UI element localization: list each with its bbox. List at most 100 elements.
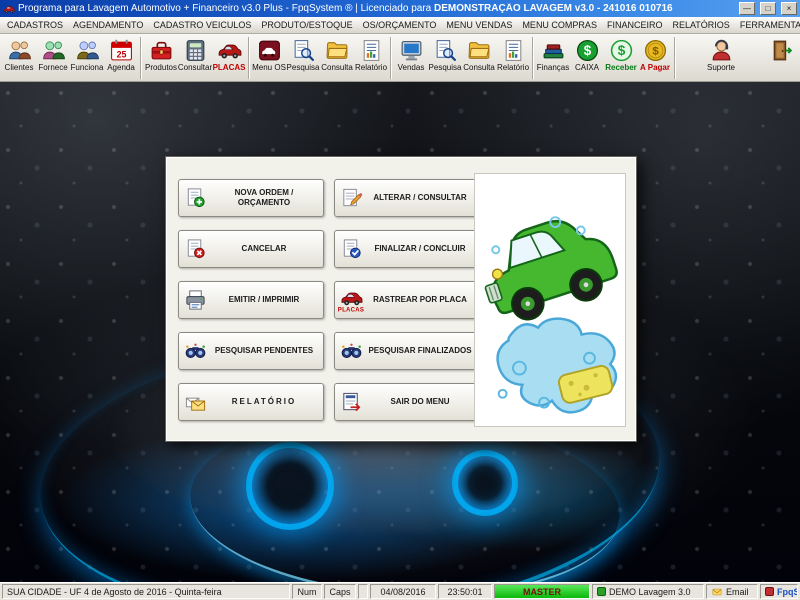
track-by-plate-button[interactable]: PLACAS RASTREAR POR PLACA [334,281,480,319]
toolbar-label: Consulta [321,63,353,72]
menu-ferramentas[interactable]: FERRAMENTAS [735,18,800,32]
search-pending-button[interactable]: PESQUISAR PENDENTES [178,332,324,370]
menu-agendamento[interactable]: AGENDAMENTO [68,18,148,32]
toolbar-separator [674,37,676,79]
button-label: PESQUISAR PENDENTES [214,346,314,355]
toolbar-a-pagar[interactable]: A Pagar [638,36,672,74]
suppliers-icon [41,38,66,63]
print-button[interactable]: EMITIR / IMPRIMIR [178,281,324,319]
app-mini-icon [597,587,606,596]
cancel-icon [182,238,208,261]
toolbar-produtos[interactable]: Produtos [144,36,178,74]
statusbar: SUA CIDADE - UF 4 de Agosto de 2016 - Qu… [0,582,800,600]
menu-relatorios[interactable]: RELATÓRIOS [667,18,734,32]
envelope-icon [711,587,723,597]
menu-produto-estoque[interactable]: PRODUTO/ESTOQUE [256,18,357,32]
window-title-text: Programa para Lavagem Automotivo + Finan… [18,3,432,14]
menu-cadastro-veiculos[interactable]: CADASTRO VEICULOS [148,18,256,32]
plate-caption: PLACAS [337,307,365,314]
menubar: CADASTROS AGENDAMENTO CADASTRO VEICULOS … [0,17,800,34]
edit-pencil-icon [338,187,364,210]
status-location-text: SUA CIDADE - UF 4 de Agosto de 2016 - Qu… [7,586,222,597]
maximize-button[interactable]: □ [760,2,776,15]
calendar-icon [109,38,134,63]
toolbar-suporte[interactable]: Suporte [704,36,738,74]
brand-mini-icon [765,587,774,596]
toolbar-vendas-consulta[interactable]: Consulta [462,36,496,74]
toolbar-funcionarios[interactable]: Funciona [70,36,104,74]
os-menu-buttons: NOVA ORDEM / ORÇAMENTO ALTERAR / CONSULT… [178,179,480,421]
os-menu-dialog: NOVA ORDEM / ORÇAMENTO ALTERAR / CONSULT… [165,156,637,442]
envelopes-icon [182,391,208,414]
window-title-license: DEMONSTRAÇÃO LAVAGEM v3.0 - 241016 01071… [434,3,673,14]
minimize-button[interactable]: — [739,2,755,15]
support-icon [709,38,734,63]
toolbar-label: Relatório [497,63,530,72]
toolbar-label: Relatório [355,63,388,72]
menu-os-orcamento[interactable]: OS/ORÇAMENTO [358,18,442,32]
toolbar-os-pesquisa[interactable]: Pesquisa [286,36,320,74]
menu-financeiro[interactable]: FINANCEIRO [602,18,668,32]
status-brand-text: FpqSystem [777,586,798,597]
new-order-button[interactable]: NOVA ORDEM / ORÇAMENTO [178,179,324,217]
toolbar-financas[interactable]: Finanças [536,36,570,74]
edit-consult-button[interactable]: ALTERAR / CONSULTAR [334,179,480,217]
clients-icon [7,38,32,63]
button-label: FINALIZAR / CONCLUIR [374,244,466,253]
wallpaper-glow-wheel [452,450,518,516]
toolbar-sair[interactable] [764,36,798,65]
finalize-button[interactable]: FINALIZAR / CONCLUIR [334,230,480,268]
toolbar-vendas-pesquisa[interactable]: Pesquisa [428,36,462,74]
app-window: Programa para Lavagem Automotivo + Finan… [0,0,800,600]
toolbar-os-consulta[interactable]: Consulta [320,36,354,74]
toolbar-agenda[interactable]: Agenda [104,36,138,74]
car-wash-illustration [474,173,626,427]
sales-monitor-icon [399,38,424,63]
toolbar-separator [248,37,250,79]
toolbar-separator [140,37,142,79]
toolbar-separator [532,37,534,79]
toolbar-placas[interactable]: PLACAS [212,36,246,74]
toolbar-label: Agenda [107,63,135,72]
status-numlock: Num [292,584,322,599]
status-capslock: Caps [324,584,356,599]
report-button[interactable]: RELATÓRIO [178,383,324,421]
button-label: ALTERAR / CONSULTAR [373,193,467,202]
search-document-icon [291,38,316,63]
cancel-button[interactable]: CANCELAR [178,230,324,268]
toolbar: Clientes Fornece Funciona Agenda Produto… [0,34,800,82]
numlock-label: Num [297,586,317,597]
toolbar-caixa[interactable]: CAIXA [570,36,604,74]
toolbar-menu-os[interactable]: Menu OS [252,36,286,74]
report-icon [501,38,526,63]
button-label: RELATÓRIO [231,397,297,406]
toolbar-label: CAIXA [574,63,599,72]
toolbar-vendas[interactable]: Vendas [394,36,428,74]
toolbar-receber[interactable]: Receber [604,36,638,74]
toolbar-label: Finanças [536,63,570,72]
products-icon [149,38,174,63]
exit-menu-button[interactable]: SAIR DO MENU [334,383,480,421]
printer-icon [182,289,208,312]
toolbar-vendas-relatorio[interactable]: Relatório [496,36,530,74]
status-date: 04/08/2016 [370,584,436,599]
cash-icon [575,38,600,63]
menu-compras[interactable]: MENU COMPRAS [517,18,602,32]
status-location-date: SUA CIDADE - UF 4 de Agosto de 2016 - Qu… [2,584,290,599]
toolbar-label: Consultar [177,63,213,72]
toolbar-clientes[interactable]: Clientes [2,36,36,74]
button-label: SAIR DO MENU [390,397,450,406]
status-app: DEMO Lavagem 3.0 [592,584,704,599]
close-button[interactable]: × [781,2,797,15]
menu-cadastros[interactable]: CADASTROS [2,18,68,32]
button-label: NOVA ORDEM / ORÇAMENTO [234,188,294,207]
toolbar-fornecedores[interactable]: Fornece [36,36,70,74]
payables-coin-icon [643,38,668,63]
search-finalized-button[interactable]: PESQUISAR FINALIZADOS [334,332,480,370]
button-label: RASTREAR POR PLACA [373,295,467,304]
toolbar-label: Suporte [706,63,736,72]
menu-vendas[interactable]: MENU VENDAS [441,18,517,32]
toolbar-os-relatorio[interactable]: Relatório [354,36,388,74]
finalize-check-icon [338,238,364,261]
toolbar-consultar[interactable]: Consultar [178,36,212,74]
